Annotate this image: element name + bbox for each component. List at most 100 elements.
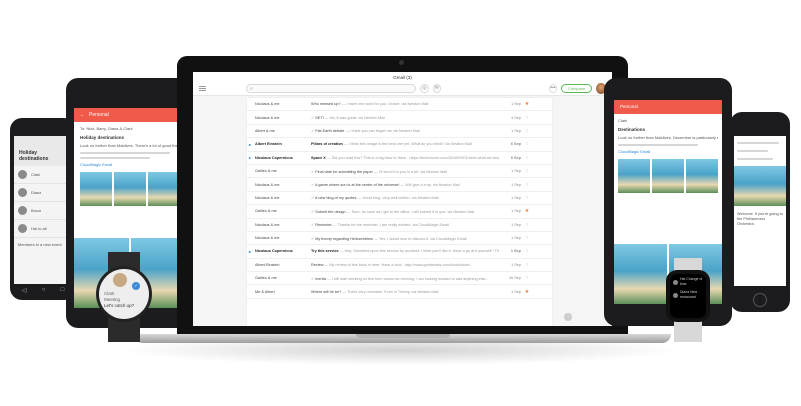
email-subject-line: ✓ SET! — Ha, it was great. via Newton Ma… [311, 115, 499, 120]
email-row[interactable]: Nicolaus & me ✓ My theory regarding Helio… [247, 232, 552, 246]
beach-photo[interactable] [80, 172, 112, 206]
watch-notification[interactable]: Hal Change of time [673, 277, 703, 287]
beach-photo[interactable] [614, 244, 667, 304]
email-subject: My theory regarding Heliocentrism [315, 236, 374, 241]
star-outline-icon[interactable]: ○ [521, 182, 533, 188]
star-filled-icon[interactable]: ★ [521, 289, 533, 295]
contact-row[interactable]: Bruce [14, 202, 72, 220]
email-row[interactable]: Galileo & me ✓ Inertia — I will start wor… [247, 272, 552, 286]
email-date: 1 Sep [511, 128, 521, 133]
text-line [80, 157, 150, 159]
email-sender: Nicolaus & me [255, 115, 280, 120]
email-sender: Albert & me [255, 128, 275, 133]
beach-photo[interactable] [734, 166, 786, 206]
avatar [673, 292, 678, 298]
more-options-button[interactable]: ••• [548, 84, 558, 93]
email-row[interactable]: Albert & me ✓ Flat Earth debate — I think… [247, 125, 552, 139]
email-subject: A game where sun is at the center of the… [315, 183, 400, 188]
star-outline-icon[interactable]: ○ [521, 195, 533, 201]
avatar [673, 279, 678, 285]
watch-face: Hal Change of time Diana New restaurant [670, 274, 706, 318]
star-filled-icon[interactable]: ★ [521, 208, 533, 214]
email-sender: Galileo & me [255, 276, 277, 281]
tablet-right-email: Clark Destinations Look no further than … [614, 114, 722, 197]
email-row[interactable]: ▸ Nicolaus Copernicus Try this service — H… [247, 245, 552, 259]
email-subject: Who messed up? [311, 102, 341, 107]
email-preview: I think this image is the best one yet. … [348, 142, 472, 147]
email-subject: Destinations [618, 127, 646, 132]
back-icon[interactable]: ◁ [22, 287, 27, 294]
star-outline-icon[interactable]: ○ [521, 168, 533, 174]
beach-photo[interactable] [114, 172, 146, 206]
email-date: 26 Sep [508, 276, 521, 281]
email-subject: A new blog of my quotes [315, 196, 357, 201]
contact-row[interactable]: Clark [14, 166, 72, 184]
email-row[interactable]: ▸ Albert Einstein Pillars of creation — I … [247, 138, 552, 152]
star-outline-icon[interactable]: ○ [521, 141, 533, 147]
email-list: Nicolaus & me Who messed up? — I have one… [247, 98, 552, 326]
app-title: Gmail (3) [193, 72, 612, 82]
recents-icon[interactable]: □ [61, 287, 65, 293]
watch-notification[interactable]: Diana New restaurant [673, 290, 703, 300]
email-subject: Submit the design [315, 209, 346, 214]
email-row[interactable]: Nicolaus & me ✓ A game where sun is at th… [247, 178, 552, 192]
star-outline-icon[interactable]: ○ [521, 128, 533, 134]
replied-check-icon: ✓ [311, 196, 315, 201]
email-row[interactable]: Albert Einstein Review — My review of thi… [247, 259, 552, 273]
mail-icon[interactable]: ✉ [432, 84, 441, 93]
compose-button[interactable]: Compose [561, 84, 593, 93]
phone-left-title: Holiday destinations [19, 150, 49, 162]
home-button[interactable] [753, 293, 767, 307]
star-outline-icon[interactable]: ○ [521, 235, 533, 241]
check-icon[interactable]: ✓ [132, 282, 140, 290]
android-nav-bar: ◁ ○ □ [14, 284, 72, 296]
filter-icon[interactable]: ◎ [420, 84, 429, 93]
android-smartwatch: ✓ Clark Meeting Let's catch up? [96, 266, 152, 322]
star-outline-icon[interactable]: ○ [521, 275, 533, 281]
home-icon[interactable]: ○ [42, 287, 46, 293]
email-sender: Albert Einstein [255, 262, 280, 267]
star-outline-icon[interactable]: ○ [521, 248, 533, 254]
email-link[interactable]: CloudMagic Email [80, 162, 180, 168]
notification-message: Let's catch up? [104, 303, 135, 308]
email-row[interactable]: Nicolaus & me ✓ A new blog of my quotes —… [247, 192, 552, 206]
contact-row[interactable]: Hal to all [14, 220, 72, 238]
email-row[interactable]: ▸ Nicolaus Copernicus Space X — Did you re… [247, 152, 552, 165]
email-sender: Nicolaus Copernicus [255, 249, 293, 254]
email-subject-line: ✓ A game where sun is at the center of t… [311, 182, 499, 187]
email-subject-line: Space X — Did you read this? This is a b… [311, 156, 499, 160]
email-row[interactable]: Galileo & me ✓ Submit the design — Sure. … [247, 205, 552, 219]
beach-photo[interactable] [652, 159, 684, 193]
avatar [18, 224, 27, 233]
contact-row[interactable]: Diana [14, 184, 72, 202]
star-outline-icon[interactable]: ○ [521, 262, 533, 268]
contact-name: Clark [31, 171, 41, 177]
hamburger-menu-icon[interactable] [199, 86, 207, 91]
email-link[interactable]: CloudMagic Email [618, 149, 718, 155]
email-row[interactable]: Nicolaus & me Who messed up? — I have one… [247, 98, 552, 112]
email-row[interactable]: Nicolaus & me ✓ Reminder — Thanks for the… [247, 219, 552, 232]
beach-photo[interactable] [618, 159, 650, 193]
email-date: 6 Sep [510, 155, 521, 160]
star-filled-icon[interactable]: ★ [521, 101, 533, 107]
email-preview: Yes, I would love to discuss it. via Clo… [378, 236, 467, 241]
email-row[interactable]: Nicolaus & me ✓ SET! — Ha, it was great. … [247, 111, 552, 125]
email-date: 1 Sep [511, 209, 521, 214]
back-arrow-icon[interactable]: ← [80, 112, 85, 118]
star-outline-icon[interactable]: ○ [521, 115, 533, 121]
email-subject: Review [311, 262, 324, 267]
email-row[interactable]: Galileo & me ✓ Final date for submitting … [247, 165, 552, 179]
text-line [737, 142, 779, 144]
email-subject-line: ✓ Final date for submitting the paper — … [311, 169, 499, 174]
email-preview: Sure. As soon as I get to the office, I … [351, 209, 475, 214]
beach-photo[interactable] [686, 159, 718, 193]
email-row[interactable]: Me & Albert Where will he be? — That's ve… [247, 285, 552, 299]
star-outline-icon[interactable]: ○ [521, 155, 533, 161]
scroll-top-icon[interactable]: ↑ [564, 313, 572, 321]
star-outline-icon[interactable]: ○ [521, 222, 533, 228]
email-subject: Inertia [315, 276, 326, 281]
email-preview: That's very uncertain. Even in Theory. v… [347, 289, 439, 294]
replied-check-icon: ✓ [311, 129, 315, 134]
search-input[interactable]: ⌕ [246, 84, 417, 93]
beach-photo[interactable] [148, 172, 180, 206]
